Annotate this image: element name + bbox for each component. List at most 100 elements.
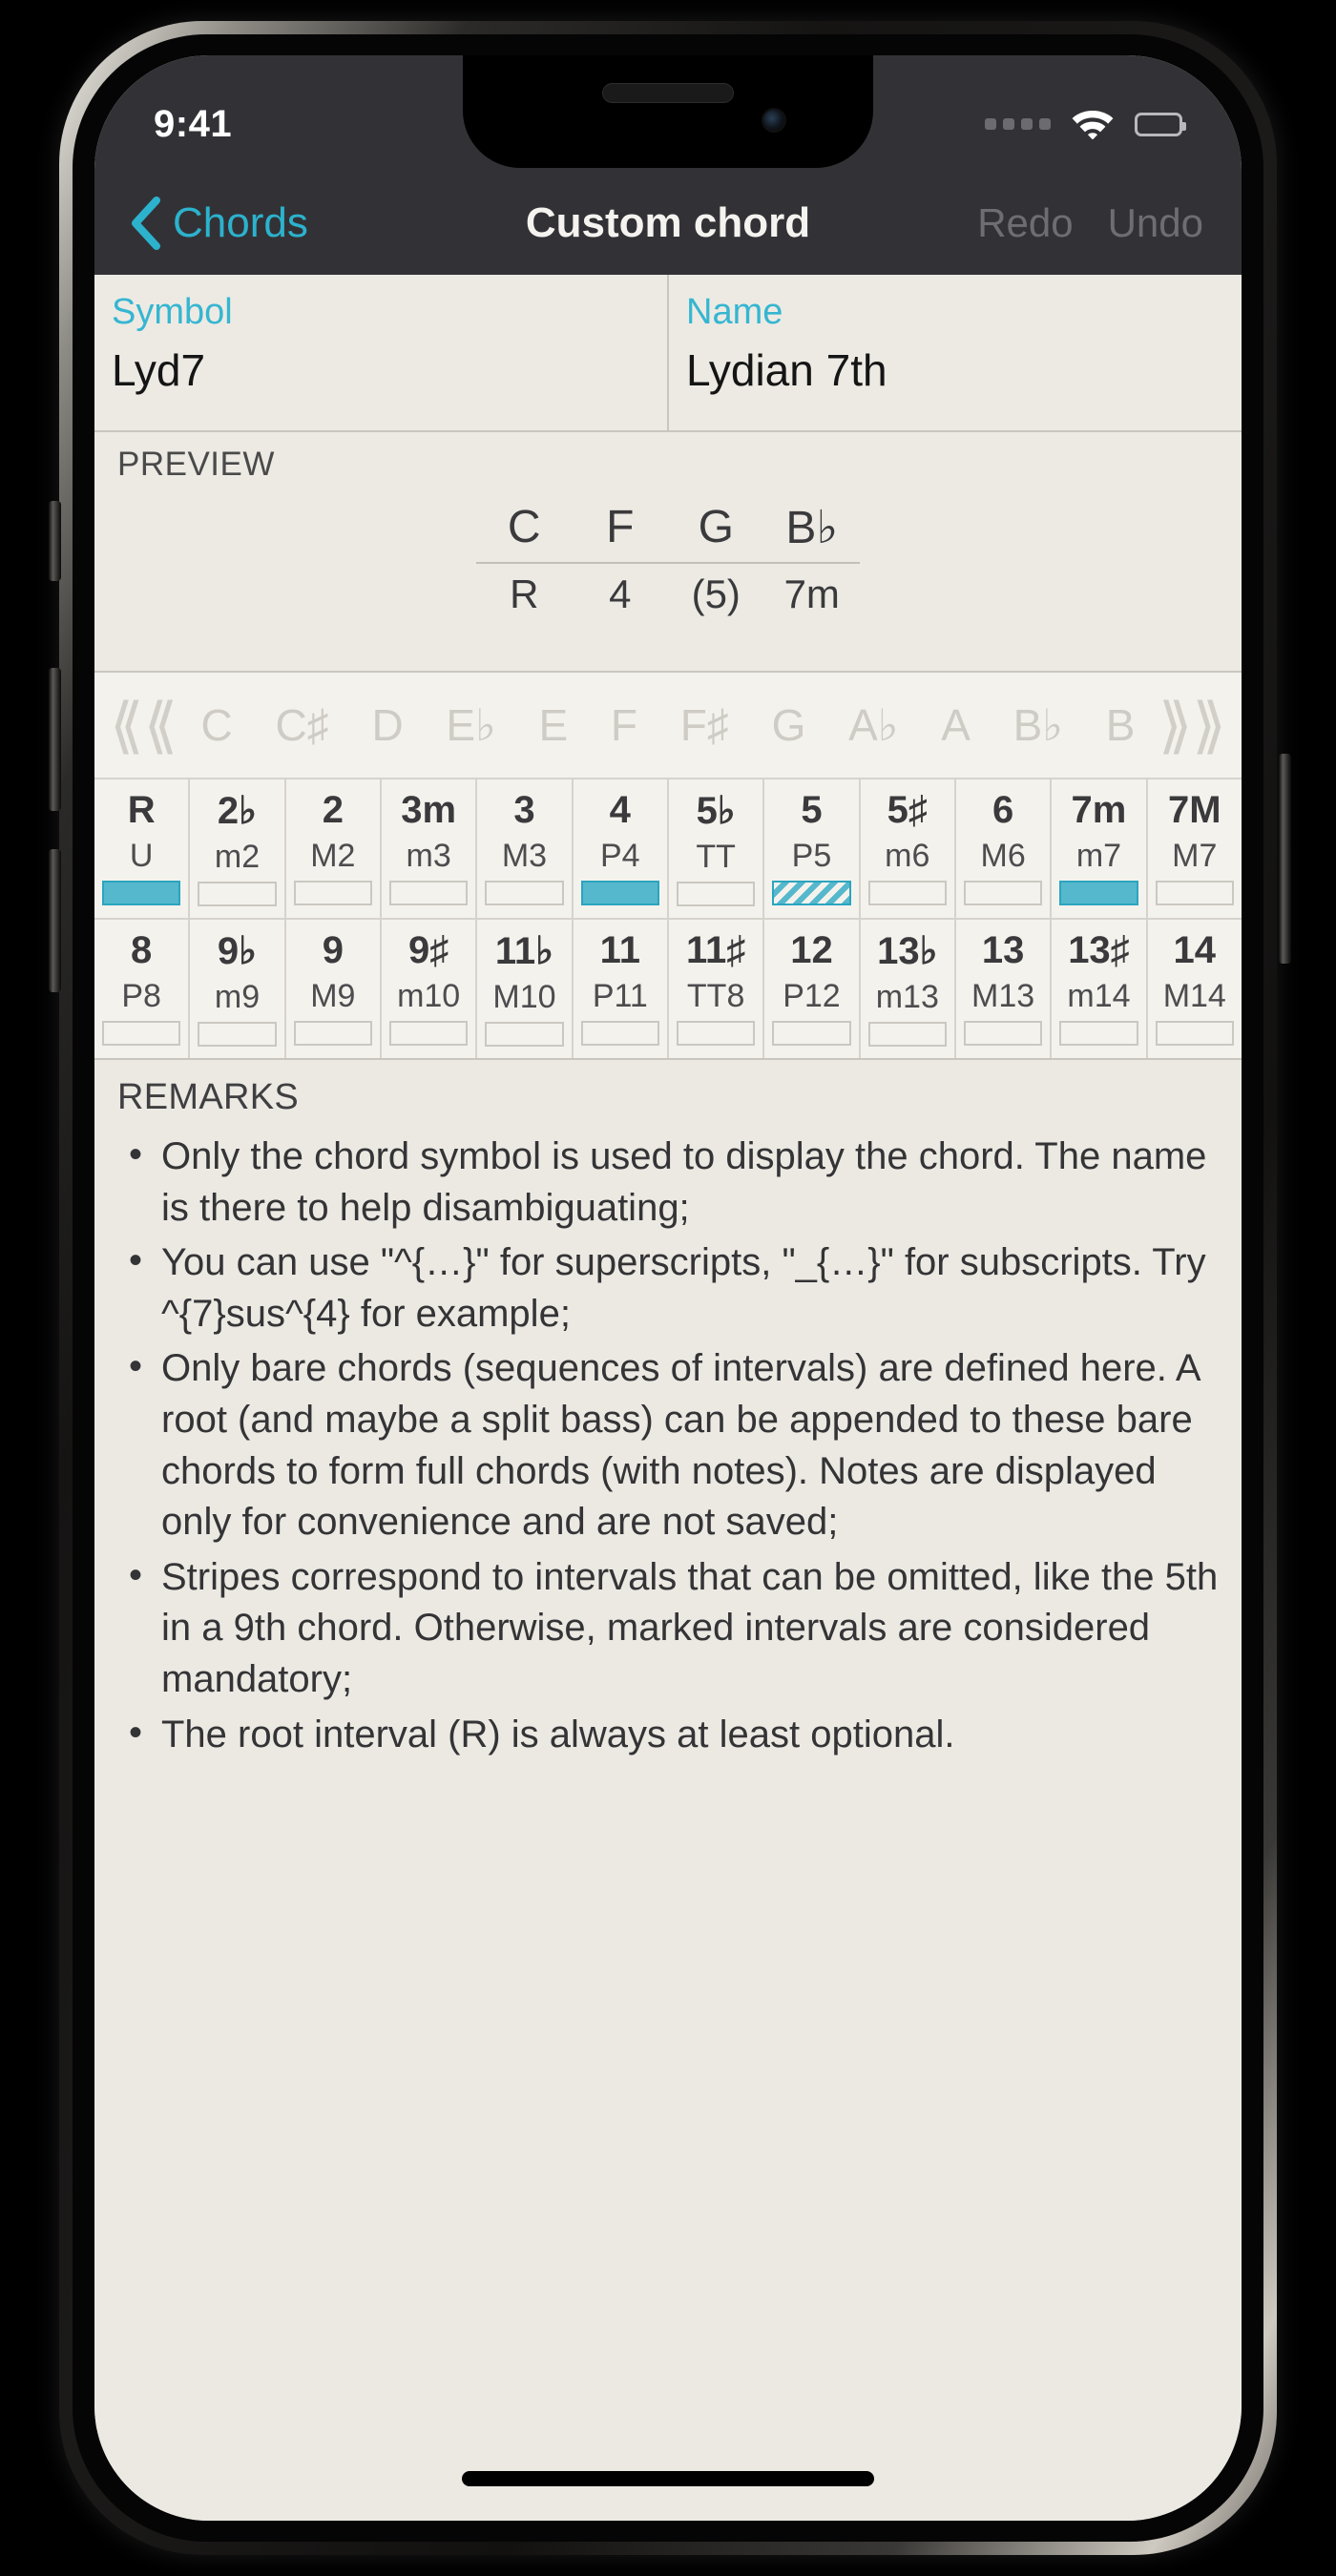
interval-sub-label: TT8 (686, 978, 745, 1014)
symbol-field-value[interactable]: Lyd7 (112, 344, 650, 396)
interval-cell[interactable]: 3m m3 (379, 779, 475, 918)
interval-cell[interactable]: 4 P4 (571, 779, 667, 918)
interval-cell[interactable]: 11♭ M10 (475, 920, 571, 1058)
note-picker-item[interactable]: G (772, 699, 806, 751)
interval-cell[interactable]: 13♯ m14 (1050, 920, 1145, 1058)
remarks-item: You can use "^{…}" for superscripts, "_{… (117, 1236, 1219, 1340)
interval-row: R U 2♭ m2 2 M2 3m m3 3 M3 4 P4 5♭ TT 5 P5 5♯ m6 6 M6 7m m7 7M M… (94, 779, 1242, 918)
note-picker-item[interactable]: E♭ (446, 699, 495, 751)
interval-main-label: 3 (513, 789, 535, 831)
interval-sub-label: P12 (783, 978, 841, 1014)
preview-notes-row: C F G B♭ (476, 501, 860, 562)
back-button[interactable]: Chords (129, 197, 308, 250)
interval-cell[interactable]: 9♯ m10 (379, 920, 475, 1058)
nav-actions: Redo Undo (977, 200, 1203, 246)
interval-cell[interactable]: 3 M3 (475, 779, 571, 918)
interval-cell[interactable]: 8 P8 (94, 920, 188, 1058)
interval-cell[interactable]: 11♯ TT8 (666, 920, 762, 1058)
name-field-value[interactable]: Lydian 7th (686, 344, 1224, 396)
interval-cell[interactable]: 5♯ m6 (858, 779, 954, 918)
symbol-field[interactable]: Symbol Lyd7 (94, 275, 667, 430)
preview-section-label: PREVIEW (117, 446, 275, 483)
interval-marker[interactable] (963, 1021, 1043, 1046)
volume-down-button[interactable] (49, 849, 61, 992)
note-picker-item[interactable]: F♯ (680, 699, 729, 751)
interval-row: 8 P8 9♭ m9 9 M9 9♯ m10 11♭ M10 11 P11 11♯ TT8 12 P12 13♭… (94, 918, 1242, 1058)
redo-button[interactable]: Redo (977, 200, 1073, 246)
interval-cell[interactable]: 11 P11 (571, 920, 667, 1058)
interval-marker[interactable] (293, 1021, 372, 1046)
note-picker-item[interactable]: A (941, 699, 971, 751)
interval-sub-label: m7 (1075, 838, 1122, 874)
interval-marker[interactable] (580, 881, 659, 905)
interval-cell[interactable]: RU (94, 779, 188, 918)
interval-marker[interactable] (676, 1021, 756, 1046)
interval-marker[interactable] (485, 881, 564, 905)
remarks-section: REMARKS Only the chord symbol is used to… (94, 1060, 1242, 1760)
silence-switch[interactable] (49, 501, 61, 581)
interval-marker[interactable] (102, 881, 181, 905)
interval-sub-label: P5 (791, 838, 832, 874)
note-picker-item[interactable]: C♯ (276, 699, 329, 751)
interval-cell[interactable]: 9♭ m9 (188, 920, 283, 1058)
interval-sub-label: TT (696, 839, 736, 875)
interval-marker[interactable] (1155, 1021, 1234, 1046)
interval-marker[interactable] (1059, 1021, 1138, 1046)
interval-cell[interactable]: 13 M13 (953, 920, 1050, 1058)
name-field[interactable]: Name Lydian 7th (667, 275, 1242, 430)
interval-marker[interactable] (293, 881, 372, 905)
interval-marker[interactable] (102, 1021, 181, 1046)
note-picker-item[interactable]: F (611, 699, 637, 751)
remarks-item: Only the chord symbol is used to display… (117, 1130, 1219, 1234)
interval-main-label: 9♯ (408, 929, 449, 971)
interval-cell[interactable]: 6 M6 (953, 779, 1050, 918)
double-chevron-right-icon[interactable]: ⟫⟫ (1157, 695, 1228, 756)
interval-marker[interactable] (198, 1022, 277, 1047)
interval-marker[interactable] (772, 881, 851, 905)
interval-marker[interactable] (198, 882, 277, 906)
interval-cell[interactable]: 7m m7 (1050, 779, 1145, 918)
double-chevron-left-icon[interactable]: ⟪⟪ (108, 695, 179, 756)
interval-marker[interactable] (676, 882, 756, 906)
interval-cell[interactable]: 13♭ m13 (858, 920, 954, 1058)
preview-interval: 7m (783, 571, 840, 616)
interval-marker[interactable] (1155, 881, 1234, 905)
interval-sub-label: m10 (397, 978, 461, 1014)
note-picker-item[interactable]: A♭ (848, 699, 898, 751)
interval-cell[interactable]: 14 M14 (1145, 920, 1242, 1058)
interval-sub-label: m2 (214, 839, 261, 875)
interval-sub-label: U (129, 838, 154, 874)
power-button[interactable] (1279, 754, 1291, 964)
root-note-picker[interactable]: ⟪⟪ C C♯ D E♭ E F F♯ G A♭ A B♭ B ⟫⟫ (94, 673, 1242, 779)
interval-marker[interactable] (388, 1021, 469, 1046)
interval-cell[interactable]: 5 P5 (762, 779, 858, 918)
interval-marker[interactable] (485, 1022, 564, 1047)
interval-cell[interactable]: 7M M7 (1145, 779, 1242, 918)
interval-main-label: 5♭ (696, 790, 736, 832)
volume-up-button[interactable] (49, 668, 61, 811)
interval-marker[interactable] (772, 1021, 851, 1046)
note-picker-item[interactable]: B (1106, 699, 1136, 751)
interval-marker[interactable] (580, 1021, 659, 1046)
preview-interval: 4 (609, 571, 632, 616)
note-picker-item[interactable]: E (539, 699, 569, 751)
remarks-item: Only bare chords (sequences of intervals… (117, 1341, 1219, 1548)
interval-main-label: 7M (1167, 789, 1221, 831)
interval-main-label: 9♭ (217, 930, 258, 972)
interval-main-label: 12 (790, 929, 833, 971)
interval-cell[interactable]: 9 M9 (283, 920, 380, 1058)
interval-cell[interactable]: 12 P12 (762, 920, 858, 1058)
note-picker-item[interactable]: C (201, 699, 233, 751)
interval-cell[interactable]: 2 M2 (283, 779, 380, 918)
interval-marker[interactable] (1059, 881, 1138, 905)
interval-marker[interactable] (867, 881, 947, 905)
interval-marker[interactable] (963, 881, 1043, 905)
interval-marker[interactable] (388, 881, 469, 905)
home-indicator[interactable] (462, 2471, 874, 2486)
interval-cell[interactable]: 5♭ TT (666, 779, 762, 918)
interval-marker[interactable] (867, 1022, 947, 1047)
note-picker-item[interactable]: D (371, 699, 403, 751)
note-picker-item[interactable]: B♭ (1013, 699, 1063, 751)
interval-cell[interactable]: 2♭ m2 (188, 779, 283, 918)
undo-button[interactable]: Undo (1108, 200, 1203, 246)
